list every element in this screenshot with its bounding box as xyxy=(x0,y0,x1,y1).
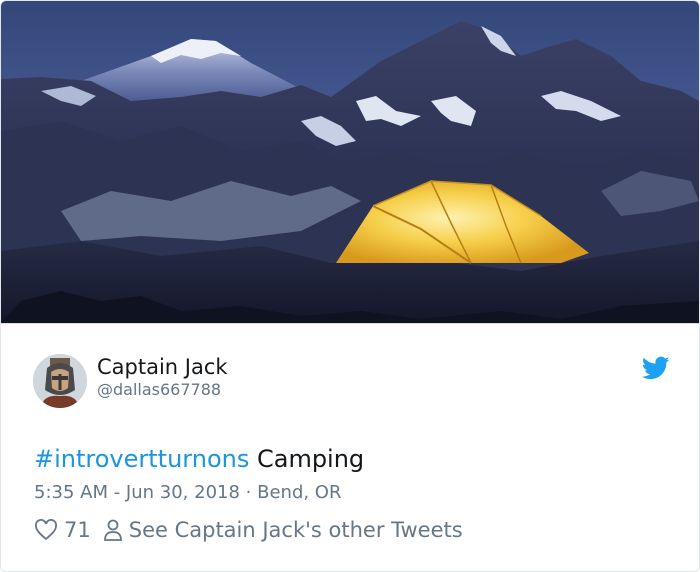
tweet-text: #introvertturnons Camping xyxy=(34,442,364,476)
other-tweets-link[interactable]: See Captain Jack's other Tweets xyxy=(103,518,463,542)
tweet-actions: 71 See Captain Jack's other Tweets xyxy=(34,515,463,545)
hashtag-link[interactable]: #introvertturnons xyxy=(34,445,249,473)
tweet-meta: 5:35 AM - Jun 30, 2018 · Bend, OR xyxy=(34,480,341,506)
other-tweets-label: See Captain Jack's other Tweets xyxy=(128,518,463,542)
tweet-card: Captain Jack @dallas667788 #introverttur… xyxy=(0,0,700,572)
like-count: 71 xyxy=(64,518,91,542)
author-name[interactable]: Captain Jack xyxy=(97,353,228,381)
mountain-tent-image xyxy=(1,1,699,323)
tweet-photo[interactable] xyxy=(1,1,699,324)
tweet-body: Camping xyxy=(249,445,365,473)
heart-icon xyxy=(34,519,58,541)
like-button[interactable]: 71 xyxy=(34,518,91,542)
person-icon xyxy=(103,518,123,542)
author-handle[interactable]: @dallas667788 xyxy=(97,379,221,401)
timestamp-link[interactable]: 5:35 AM - Jun 30, 2018 xyxy=(34,482,240,503)
avatar[interactable] xyxy=(33,354,87,408)
twitter-bird-icon[interactable] xyxy=(641,354,671,382)
captain-helmet-avatar-icon xyxy=(33,354,87,408)
meta-separator: · xyxy=(239,482,258,503)
location-link[interactable]: Bend, OR xyxy=(257,482,341,503)
